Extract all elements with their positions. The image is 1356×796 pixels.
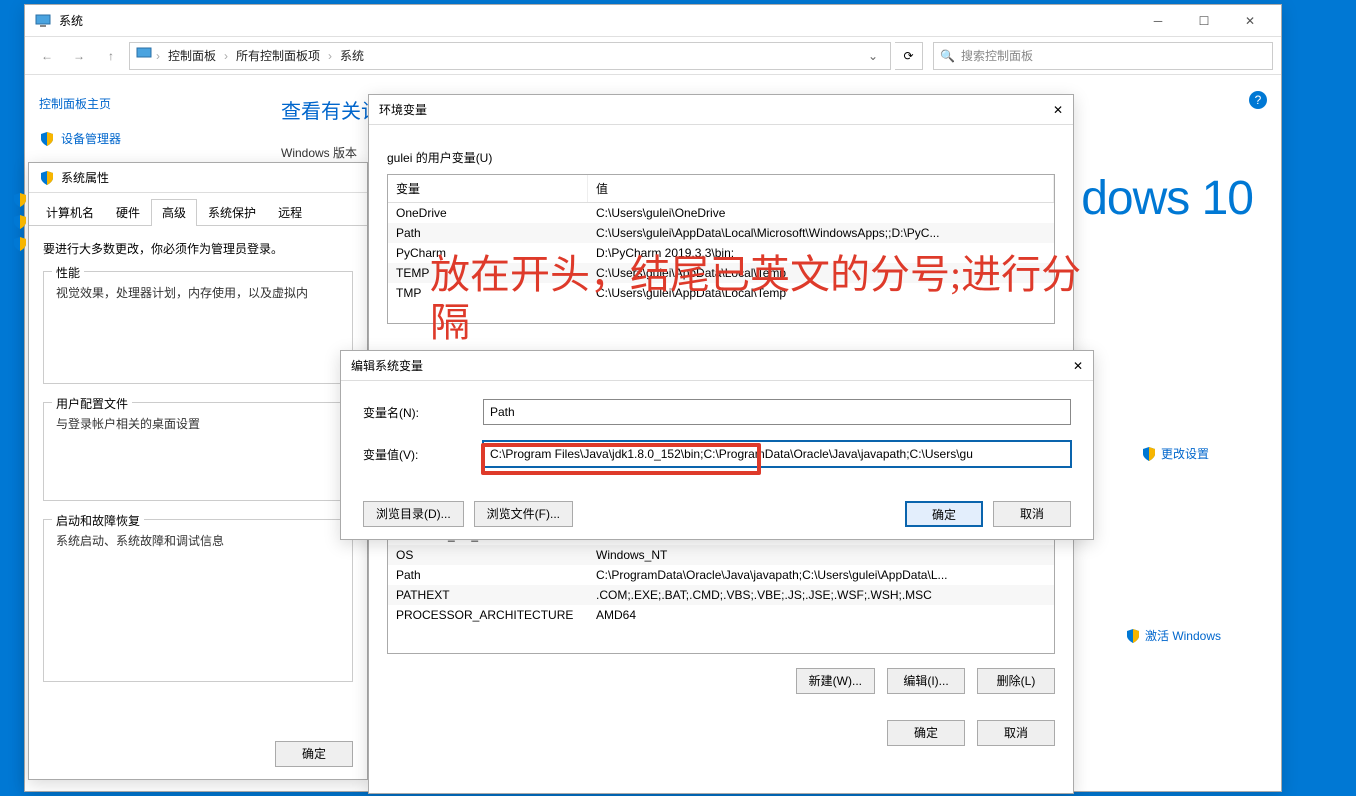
col-header-val[interactable]: 值 — [588, 175, 1054, 202]
refresh-button[interactable]: ⟳ — [895, 42, 923, 70]
shield-icon — [1125, 628, 1141, 644]
shield-icon — [1141, 446, 1157, 462]
variable-value-input[interactable] — [483, 441, 1071, 467]
table-row[interactable]: TMPC:\Users\gulei\AppData\Local\Temp — [388, 283, 1054, 303]
dialog-title: 系统属性 — [61, 169, 109, 186]
crumb-0[interactable]: 控制面板 — [164, 47, 220, 64]
table-row[interactable]: PyCharmD:\PyCharm 2019.3.3\bin; — [388, 243, 1054, 263]
admin-note: 要进行大多数更改，你必须作为管理员登录。 — [43, 240, 353, 257]
cancel-button[interactable]: 取消 — [977, 720, 1055, 746]
breadcrumb[interactable]: › 控制面板 › 所有控制面板项 › 系统 ⌄ — [129, 42, 891, 70]
computer-icon — [136, 46, 152, 65]
browse-file-button[interactable]: 浏览文件(F)... — [474, 501, 573, 527]
shield-icon — [12, 236, 28, 255]
ok-button[interactable]: 确定 — [887, 720, 965, 746]
titlebar: 系统 ─ ☐ ✕ — [25, 5, 1281, 37]
windows10-brand: dows 10 — [1081, 171, 1253, 226]
delete-button[interactable]: 删除(L) — [977, 668, 1055, 694]
ok-button[interactable]: 确定 — [905, 501, 983, 527]
search-icon: 🔍 — [940, 49, 955, 63]
table-row[interactable]: PATHEXT.COM;.EXE;.BAT;.CMD;.VBS;.VBE;.JS… — [388, 585, 1054, 605]
close-button[interactable]: ✕ — [1073, 359, 1083, 373]
computer-icon — [33, 11, 53, 31]
user-profiles-fieldset: 用户配置文件 与登录帐户相关的桌面设置 — [43, 402, 353, 501]
table-row[interactable]: OneDriveC:\Users\gulei\OneDrive — [388, 203, 1054, 223]
forward-button: → — [65, 42, 93, 70]
dialog-title: 编辑系统变量 — [351, 357, 423, 374]
user-profiles-desc: 与登录帐户相关的桌面设置 — [56, 415, 340, 432]
variable-name-input[interactable] — [483, 399, 1071, 425]
user-profiles-title: 用户配置文件 — [52, 395, 132, 412]
edit-system-variable-dialog: 编辑系统变量 ✕ 变量名(N): 变量值(V): 浏览目录(D)... 浏览文件… — [340, 350, 1094, 540]
ok-button[interactable]: 确定 — [275, 741, 353, 767]
user-vars-list[interactable]: 变量 值 OneDriveC:\Users\gulei\OneDrivePath… — [387, 174, 1055, 324]
back-button: ← — [33, 42, 61, 70]
crumb-1[interactable]: 所有控制面板项 — [232, 47, 324, 64]
dialog-titlebar: 环境变量 ✕ — [369, 95, 1073, 125]
system-vars-list[interactable]: NUMBER_OF_PROCESSORS4OSWindows_NTPathC:\… — [387, 524, 1055, 654]
change-settings-link[interactable]: 更改设置 — [1141, 445, 1209, 462]
table-row[interactable]: TEMPC:\Users\gulei\AppData\Local\Temp — [388, 263, 1054, 283]
table-row[interactable]: PathC:\Users\gulei\AppData\Local\Microso… — [388, 223, 1054, 243]
tabs: 计算机名 硬件 高级 系统保护 远程 — [29, 193, 367, 226]
user-vars-label: gulei 的用户变量(U) — [387, 149, 1055, 166]
tab-remote[interactable]: 远程 — [267, 199, 313, 225]
close-button[interactable]: ✕ — [1227, 5, 1273, 37]
dialog-title: 环境变量 — [379, 101, 427, 118]
up-button[interactable]: ↑ — [97, 42, 125, 70]
search-input[interactable]: 🔍 搜索控制面板 — [933, 42, 1273, 70]
close-button[interactable]: ✕ — [1053, 103, 1063, 117]
activate-windows-link[interactable]: 激活 Windows — [1125, 627, 1221, 644]
minimize-button[interactable]: ─ — [1135, 5, 1181, 37]
shield-icon — [12, 192, 28, 211]
maximize-button[interactable]: ☐ — [1181, 5, 1227, 37]
crumb-2[interactable]: 系统 — [336, 47, 368, 64]
sidebar-title[interactable]: 控制面板主页 — [39, 95, 231, 112]
window-title: 系统 — [59, 12, 83, 29]
col-header-var[interactable]: 变量 — [388, 175, 588, 202]
help-icon[interactable]: ? — [1249, 91, 1267, 109]
startup-title: 启动和故障恢复 — [52, 512, 144, 529]
new-button[interactable]: 新建(W)... — [796, 668, 875, 694]
breadcrumb-dropdown[interactable]: ⌄ — [862, 49, 884, 63]
search-placeholder: 搜索控制面板 — [961, 47, 1033, 64]
cancel-button[interactable]: 取消 — [993, 501, 1071, 527]
variable-name-label: 变量名(N): — [363, 404, 463, 421]
dialog-titlebar: 系统属性 — [29, 163, 367, 193]
tab-computer-name[interactable]: 计算机名 — [35, 199, 105, 225]
shield-icon — [39, 131, 55, 147]
startup-desc: 系统启动、系统故障和调试信息 — [56, 532, 340, 549]
tab-advanced[interactable]: 高级 — [151, 199, 197, 226]
tab-system-protection[interactable]: 系统保护 — [197, 199, 267, 225]
address-bar: ← → ↑ › 控制面板 › 所有控制面板项 › 系统 ⌄ ⟳ 🔍 搜索控制面板 — [25, 37, 1281, 75]
shield-icon — [39, 170, 55, 186]
sidebar-item-device-manager[interactable]: 设备管理器 — [39, 130, 231, 147]
performance-desc: 视觉效果，处理器计划，内存使用，以及虚拟内 — [56, 284, 340, 301]
tab-hardware[interactable]: 硬件 — [105, 199, 151, 225]
edit-button[interactable]: 编辑(I)... — [887, 668, 965, 694]
variable-value-label: 变量值(V): — [363, 446, 463, 463]
table-row[interactable]: OSWindows_NT — [388, 545, 1054, 565]
table-row[interactable]: PathC:\ProgramData\Oracle\Java\javapath;… — [388, 565, 1054, 585]
startup-recovery-fieldset: 启动和故障恢复 系统启动、系统故障和调试信息 — [43, 519, 353, 682]
dialog-titlebar: 编辑系统变量 ✕ — [341, 351, 1093, 381]
performance-title: 性能 — [52, 264, 84, 281]
table-row[interactable]: PROCESSOR_ARCHITECTUREAMD64 — [388, 605, 1054, 625]
shield-icon — [12, 214, 28, 233]
browse-directory-button[interactable]: 浏览目录(D)... — [363, 501, 464, 527]
system-properties-dialog: 系统属性 计算机名 硬件 高级 系统保护 远程 要进行大多数更改，你必须作为管理… — [28, 162, 368, 780]
performance-fieldset: 性能 视觉效果，处理器计划，内存使用，以及虚拟内 — [43, 271, 353, 384]
sidebar-item-label: 设备管理器 — [61, 130, 121, 147]
